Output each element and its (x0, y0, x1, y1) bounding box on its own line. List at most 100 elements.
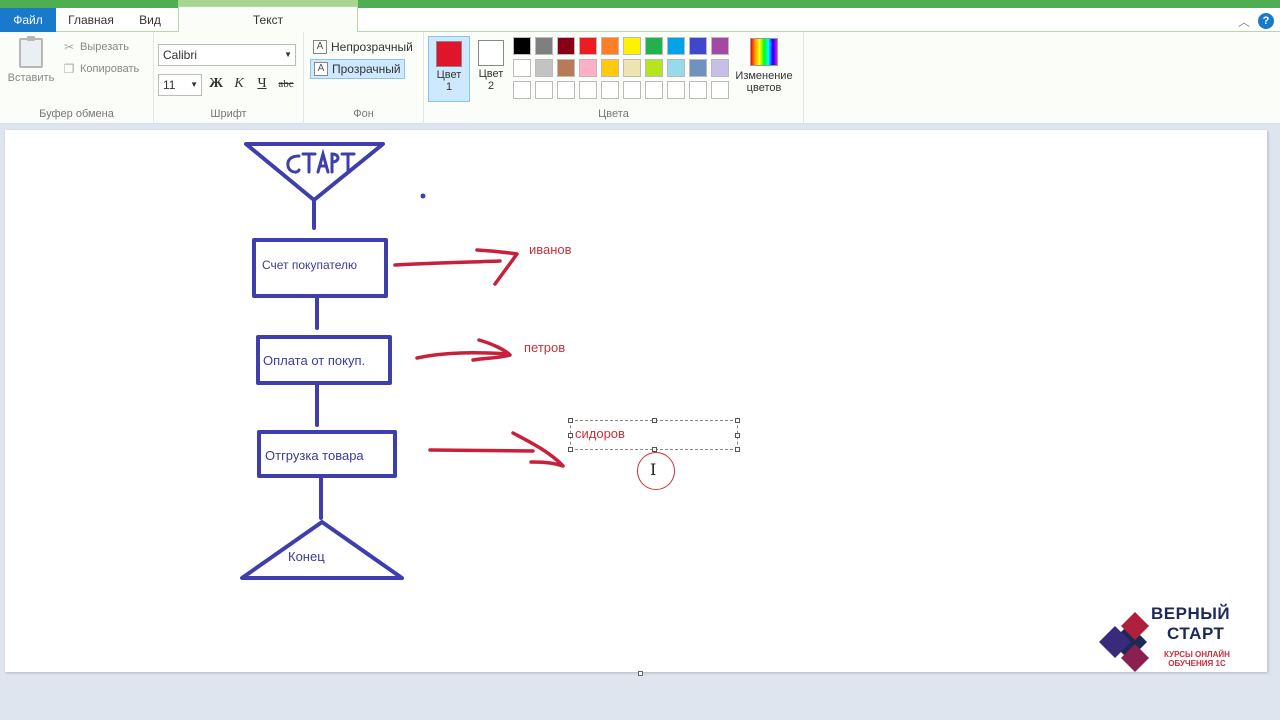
color1-button[interactable]: Цвет 1 (428, 36, 470, 102)
dropdown-arrow-icon: ▼ (284, 50, 292, 59)
color1-label-line1: Цвет (436, 69, 462, 81)
cut-label: Вырезать (80, 41, 129, 53)
color2-swatch (478, 40, 504, 66)
text-background-icon: A (313, 40, 327, 54)
font-family-value: Calibri (163, 48, 198, 62)
tab-view[interactable]: Вид (128, 8, 172, 32)
palette-color-swatch[interactable] (689, 59, 707, 77)
opaque-option[interactable]: A Непрозрачный (310, 37, 416, 57)
palette-color-swatch[interactable] (667, 59, 685, 77)
copy-button[interactable]: ❐ Копировать (62, 60, 140, 78)
palette-color-swatch[interactable] (557, 81, 575, 99)
group-label-colors: Цвета (598, 108, 629, 120)
logo-line2: СТАРТ (1167, 624, 1225, 643)
logo-line3: КУРСЫ ОНЛАЙН ОБУЧЕНИЯ 1С (1164, 650, 1230, 668)
palette-color-swatch[interactable] (557, 37, 575, 55)
paste-button[interactable]: Вставить (6, 36, 56, 84)
palette-color-swatch[interactable] (601, 81, 619, 99)
palette-color-swatch[interactable] (623, 81, 641, 99)
tab-file[interactable]: Файл (0, 8, 56, 32)
watermark-logo: ВЕРНЫЙ СТАРТ КУРСЫ ОНЛАЙН ОБУЧЕНИЯ 1С (1091, 604, 1251, 672)
font-size-value: 11 (163, 78, 176, 92)
ribbon-controls: ︿ ? (1238, 11, 1274, 31)
paste-label: Вставить (7, 72, 55, 84)
help-icon[interactable]: ? (1258, 13, 1274, 29)
resize-handle[interactable] (568, 447, 573, 452)
tab-text[interactable]: Текст (178, 6, 358, 33)
palette-color-swatch[interactable] (579, 59, 597, 77)
palette-color-swatch[interactable] (667, 81, 685, 99)
transparent-label: Прозрачный (332, 62, 401, 76)
color2-label-line1: Цвет (478, 68, 504, 80)
palette-color-swatch[interactable] (557, 59, 575, 77)
palette-color-swatch[interactable] (623, 37, 641, 55)
palette-color-swatch[interactable] (711, 37, 729, 55)
color-spectrum-icon (750, 38, 778, 66)
palette-color-swatch[interactable] (579, 81, 597, 99)
font-family-select[interactable]: Calibri ▼ (158, 44, 296, 66)
resize-handle[interactable] (652, 418, 657, 423)
color2-button[interactable]: Цвет 2 (470, 36, 512, 102)
transparent-option[interactable]: A Прозрачный (310, 59, 405, 79)
box-invoice-label: Счет покупателю (262, 258, 357, 272)
box-payment-label: Оплата от покуп. (263, 353, 366, 368)
text-input-box[interactable]: сидоров (568, 418, 740, 452)
workspace: Счет покупателю Оплата от покуп. Отгрузк… (0, 124, 1280, 720)
text-background-icon: A (314, 62, 328, 76)
edit-colors-line1: Изменение (735, 70, 793, 82)
color1-swatch (436, 41, 462, 67)
opaque-label: Непрозрачный (331, 40, 413, 54)
canvas-resize-handle[interactable] (638, 671, 643, 676)
arrow-3 (428, 431, 565, 468)
palette-color-swatch[interactable] (645, 59, 663, 77)
collapse-ribbon-icon[interactable]: ︿ (1238, 13, 1250, 30)
resize-handle[interactable] (568, 418, 573, 423)
palette-color-swatch[interactable] (535, 37, 553, 55)
cut-button[interactable]: ✂ Вырезать (62, 38, 129, 56)
edit-colors-line2: цветов (746, 82, 782, 94)
logo-diamond-icon (1099, 612, 1149, 672)
group-clipboard: Вставить ✂ Вырезать ❐ Копировать Буфер о… (0, 32, 154, 124)
edit-colors-button[interactable]: Изменение цветов (732, 38, 796, 94)
bold-button[interactable]: Ж (206, 74, 226, 94)
palette-color-swatch[interactable] (601, 59, 619, 77)
palette-color-swatch[interactable] (579, 37, 597, 55)
resize-handle[interactable] (735, 418, 740, 423)
tab-home[interactable]: Главная (62, 8, 120, 32)
palette-color-swatch[interactable] (535, 81, 553, 99)
resize-handle[interactable] (735, 433, 740, 438)
palette-color-swatch[interactable] (711, 81, 729, 99)
ribbon-tabs: Файл Главная Вид Текст ︿ ? (0, 6, 1280, 33)
drawing-canvas[interactable]: Счет покупателю Оплата от покуп. Отгрузк… (5, 130, 1267, 672)
underline-button[interactable]: Ч (252, 74, 272, 94)
start-handwriting (286, 148, 356, 174)
strikethrough-button[interactable]: abc (276, 74, 296, 94)
italic-button[interactable]: К (229, 74, 249, 94)
group-label-background: Фон (353, 108, 374, 120)
logo-line1: ВЕРНЫЙ (1151, 604, 1231, 623)
palette-color-swatch[interactable] (513, 37, 531, 55)
color-palette (513, 37, 729, 99)
scissors-icon: ✂ (63, 40, 75, 54)
palette-color-swatch[interactable] (513, 81, 531, 99)
palette-color-swatch[interactable] (711, 59, 729, 77)
resize-handle[interactable] (735, 447, 740, 452)
clipboard-icon (19, 36, 43, 68)
start-triangle (244, 142, 385, 202)
palette-color-swatch[interactable] (513, 59, 531, 77)
font-size-select[interactable]: 11 ▼ (158, 74, 202, 96)
palette-color-swatch[interactable] (645, 37, 663, 55)
end-label: Конец (288, 549, 325, 564)
palette-color-swatch[interactable] (623, 59, 641, 77)
resize-handle[interactable] (568, 433, 573, 438)
palette-color-swatch[interactable] (689, 81, 707, 99)
name-petrov: петров (524, 340, 566, 355)
palette-color-swatch[interactable] (667, 37, 685, 55)
palette-color-swatch[interactable] (535, 59, 553, 77)
palette-color-swatch[interactable] (601, 37, 619, 55)
ribbon: Вставить ✂ Вырезать ❐ Копировать Буфер о… (0, 32, 1280, 124)
arrow-1 (393, 248, 519, 286)
palette-color-swatch[interactable] (689, 37, 707, 55)
palette-color-swatch[interactable] (645, 81, 663, 99)
color1-label-line2: 1 (445, 81, 453, 93)
